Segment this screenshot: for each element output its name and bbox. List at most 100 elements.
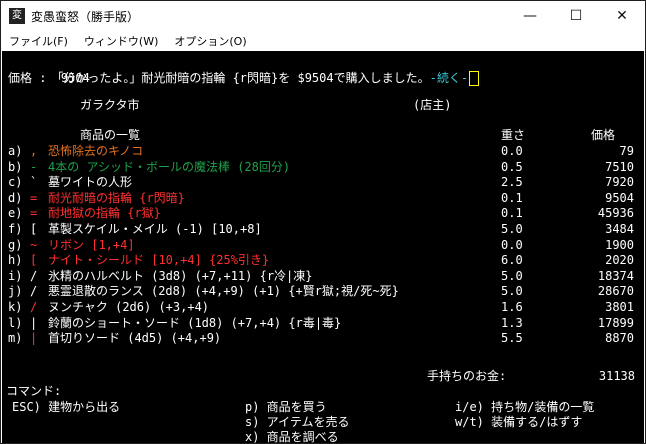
item-name: 耐光耐暗の指輪 {r閃暗} [48,190,185,205]
item-weight: 1.3 [501,315,523,330]
item-symbol: [ [30,253,38,268]
item-weight: 6.0 [501,253,523,268]
gold-value: 31138 [598,369,635,383]
command-examine[interactable]: x) 商品を調べる [245,429,339,443]
command-exit[interactable]: ESC) 建物から出る [12,399,120,415]
item-name: 4本の アシッド・ボールの魔法棒 (28回分) [48,159,291,174]
item-row[interactable]: b) -4本の アシッド・ボールの魔法棒 (28回分) 0.5 7510 [8,159,638,175]
item-weight: 0.0 [501,144,523,158]
terminal-screen[interactable]: 「分かったよ。」耐光耐暗の指輪 {r閃暗}を $9504で購入しました。-続く-… [2,51,644,443]
title-bar[interactable]: 変 変愚蛮怒（勝手版） — ☐ ✕ [1,1,645,31]
menu-window[interactable]: ウィンドウ(W) [76,33,166,49]
item-symbol: = [30,190,38,205]
item-name: 革製スケイル・メイル (-1) [10,+8] [48,222,262,236]
maximize-button[interactable]: ☐ [553,1,599,31]
gold-label: 手持ちのお金: [427,369,507,383]
item-symbol: / [30,268,38,283]
item-name: 氷精のハルベルト (3d8) (+7,+11) {r冷|凍} [48,268,313,283]
item-name: ヌンチャク (2d6) (+3,+4) [48,300,210,314]
item-label: d) [8,190,23,205]
item-label: i) [8,268,23,283]
item-name: 首切りソード (4d5) (+4,+9) [48,331,222,346]
item-label: f) [8,222,23,236]
item-label: l) [8,315,23,330]
store-name: ガラクタ市 [80,98,140,112]
item-price: 28670 [597,284,634,299]
menu-options[interactable]: オプション(O) [166,33,254,49]
item-price: 79 [619,144,634,158]
item-symbol: ~ [30,237,38,252]
minimize-button[interactable]: — [507,1,553,31]
item-name: ナイト・シールド [10,+4] {25%引き} [48,253,270,268]
item-price: 8870 [605,331,634,346]
item-name: 耐地獄の指輪 {r獄} [48,206,161,221]
item-row[interactable]: a), 恐怖除去のキノコ 0.0 79 [8,143,638,159]
command-sell[interactable]: s) アイテムを売る [245,414,349,430]
app-icon: 変 [9,8,25,24]
menu-bar: ファイル(F) ウィンドウ(W) オプション(O) [1,31,645,51]
item-label: e) [8,206,23,221]
item-row[interactable]: k) / ヌンチャク (2d6) (+3,+4) 1.6 3801 [8,299,638,315]
item-price: 2020 [605,253,634,268]
item-symbol: , [30,144,38,158]
purchase-message: 「分かったよ。」耐光耐暗の指輪 {r閃暗}を $9504で購入しました。 [51,71,430,85]
item-name: 墓ワイトの人形 [48,175,133,190]
item-weight: 5.0 [501,222,523,236]
item-weight: 0.1 [501,190,523,205]
item-weight: 2.5 [501,175,523,190]
price-line: 価格 : 9504 [8,71,90,85]
item-symbol: ` [30,175,38,190]
item-symbol: | [30,331,38,346]
item-row[interactable]: m) | 首切りソード (4d5) (+4,+9) 5.5 8870 [8,330,638,346]
item-symbol: / [30,284,38,299]
item-weight: 1.6 [501,300,523,314]
item-row[interactable]: h) [ ナイト・シールド [10,+4] {25%引き} 6.0 2020 [8,252,638,268]
game-window: 変 変愚蛮怒（勝手版） — ☐ ✕ ファイル(F) ウィンドウ(W) オプション… [0,0,646,444]
item-row[interactable]: e) = 耐地獄の指輪 {r獄} 0.1 45936 [8,205,638,221]
item-weight: 5.0 [501,284,523,299]
command-buy[interactable]: p) 商品を買う [245,399,327,415]
item-label: a) [8,144,23,158]
item-row[interactable]: d) = 耐光耐暗の指輪 {r閃暗} 0.1 9504 [8,190,638,206]
command-label: コマンド: [6,384,62,398]
item-label: k) [8,300,23,314]
item-row[interactable]: f) [革製スケイル・メイル (-1) [10,+8] 5.0 3484 [8,221,638,237]
item-label: b) [8,159,23,174]
item-symbol: / [30,300,38,314]
item-label: m) [8,331,23,346]
item-label: g) [8,237,23,252]
item-name: 恐怖除去のキノコ [48,144,144,158]
item-weight: 0.1 [501,206,523,221]
item-weight: 5.0 [501,268,523,283]
item-price: 7510 [605,159,634,174]
item-row[interactable]: j) / 悪霊退散のランス (2d8) (+4,+9) (+1) {+賢r獄;視/死… [8,283,638,299]
price-header: 価格 [591,128,616,142]
item-symbol: | [30,315,38,330]
item-row[interactable]: g) ~ リボン [1,+4] 0.0 1900 [8,237,638,253]
menu-file[interactable]: ファイル(F) [1,33,76,49]
item-price: 3801 [605,300,634,314]
item-price: 7920 [605,175,634,190]
item-symbol: - [30,159,38,174]
weight-header: 重さ [501,128,526,142]
item-price: 9504 [605,190,634,205]
store-owner: (店主) [413,98,452,112]
item-row[interactable]: l) | 鈴蘭のショート・ソード (1d8) (+7,+4) {r毒|毒} 1.3 17… [8,315,638,331]
command-inventory[interactable]: i/e) 持ち物/装備の一覧 [455,399,594,415]
item-name: 悪霊退散のランス (2d8) (+4,+9) (+1) {+賢r獄;視/死~死} [48,284,399,299]
item-symbol: = [30,206,38,221]
more-prompt: -続く- [429,71,469,85]
close-button[interactable]: ✕ [599,1,645,31]
list-header: 商品の一覧 [80,128,141,142]
item-price: 18374 [597,268,634,283]
command-equip[interactable]: w/t) 装備する/はずす [455,414,582,430]
item-row[interactable]: i) / 氷精のハルベルト (3d8) (+7,+11) {r冷|凍} 5.0 1837… [8,268,638,284]
item-label: j) [8,284,23,299]
item-label: c) [8,175,23,190]
item-name: リボン [1,+4] [48,237,135,252]
item-price: 3484 [605,222,634,236]
item-price: 17899 [597,315,634,330]
item-row[interactable]: c) ` 墓ワイトの人形 2.5 7920 [8,174,638,190]
item-label: h) [8,253,23,268]
text-cursor [469,71,480,86]
